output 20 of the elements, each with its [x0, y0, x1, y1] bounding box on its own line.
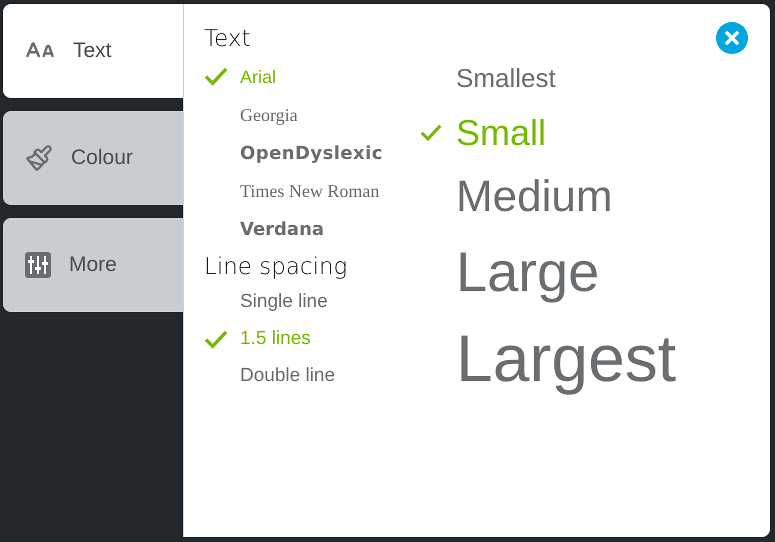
section-title: Text [204, 26, 252, 52]
sidebar-tab[interactable]: Colour [3, 111, 183, 205]
close-icon [725, 31, 739, 45]
paintbrush-icon [25, 144, 53, 172]
checkmark-icon [204, 67, 228, 87]
font-option[interactable]: OpenDyslexic [240, 140, 383, 166]
section-title: Line spacing [204, 254, 348, 280]
font-option[interactable]: Georgia [240, 102, 298, 128]
checkmark-icon [204, 330, 228, 350]
spacing-option[interactable]: Single line [240, 288, 328, 317]
font-option[interactable]: Verdana [240, 216, 324, 242]
close-button[interactable] [716, 22, 748, 54]
checkmark-icon [420, 124, 442, 142]
font-option[interactable]: Times New Roman [240, 178, 380, 204]
sidebar-tab[interactable]: More [3, 218, 183, 312]
sliders-icon [25, 252, 51, 278]
spacing-option[interactable]: Double line [240, 362, 336, 391]
size-option[interactable]: Smallest [456, 65, 556, 91]
sidebar-tab[interactable]: Text [3, 4, 183, 98]
size-option[interactable]: Medium [456, 175, 612, 219]
